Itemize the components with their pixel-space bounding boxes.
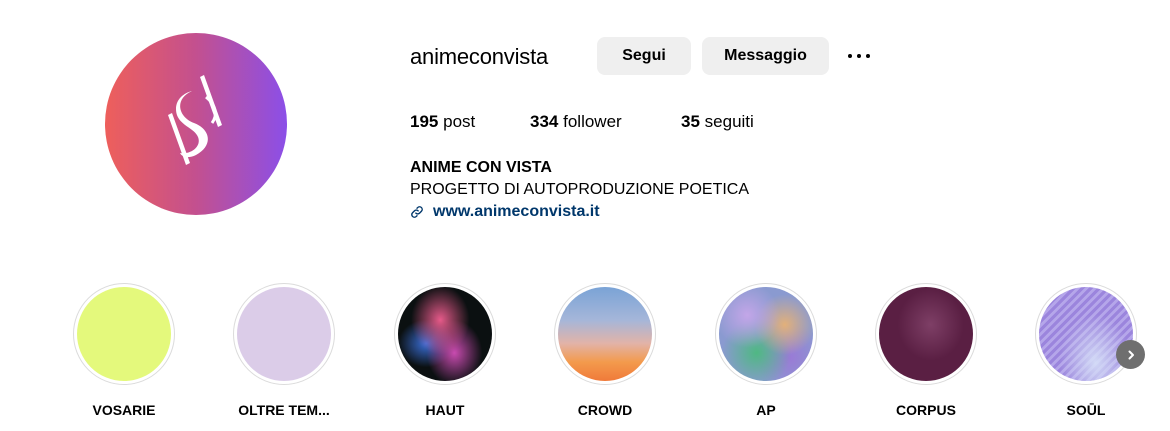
story-highlight[interactable]: AP xyxy=(701,283,831,419)
highlight-cover xyxy=(398,287,492,381)
posts-label: post xyxy=(443,112,476,131)
highlight-label: VOSARIE xyxy=(92,402,156,418)
followers-stat[interactable]: 334 follower xyxy=(530,111,622,133)
highlights-next-button[interactable] xyxy=(1116,340,1145,369)
highlight-ring[interactable] xyxy=(233,283,335,385)
highlight-label: CORPUS xyxy=(896,402,956,418)
bio-website-link[interactable]: www.animeconvista.it xyxy=(410,202,600,222)
highlight-cover-overlay xyxy=(1039,287,1133,381)
highlight-ring[interactable] xyxy=(715,283,817,385)
highlight-ring[interactable] xyxy=(875,283,977,385)
highlight-cover xyxy=(77,287,171,381)
story-highlight[interactable]: OLTRE TEM... xyxy=(219,283,349,419)
link-icon xyxy=(411,206,423,218)
highlight-label: CROWD xyxy=(577,402,633,418)
bio-website-text: www.animeconvista.it xyxy=(433,203,600,220)
follow-button[interactable]: Segui xyxy=(597,37,691,75)
more-dot xyxy=(857,54,861,58)
highlight-label: HAUT xyxy=(425,402,465,418)
highlight-label: SOŪL xyxy=(1066,402,1106,418)
profile-username: animeconvista xyxy=(410,44,549,69)
followers-count: 334 xyxy=(530,112,559,131)
posts-count-stat: 195 post xyxy=(410,111,475,133)
brand-logo-icon xyxy=(168,75,222,165)
profile-page: animeconvista Segui Messaggio 195 post 3… xyxy=(0,0,1170,431)
story-highlight[interactable]: VOSARIE xyxy=(59,283,189,419)
profile-avatar[interactable] xyxy=(105,33,287,215)
highlight-label: OLTRE TEM... xyxy=(238,402,330,418)
more-dot xyxy=(866,54,870,58)
chevron-right-icon xyxy=(1128,350,1134,359)
highlight-cover xyxy=(879,287,973,381)
story-highlight[interactable]: CROWD xyxy=(540,283,670,419)
highlight-cover xyxy=(558,287,652,381)
bio-text: PROGETTO DI AUTOPRODUZIONE POETICA xyxy=(410,181,750,198)
following-label: seguiti xyxy=(704,112,754,131)
following-count: 35 xyxy=(681,112,700,131)
highlight-ring[interactable] xyxy=(1035,283,1137,385)
story-highlight[interactable]: CORPUS xyxy=(861,283,991,419)
followers-label: follower xyxy=(563,112,622,131)
highlight-cover xyxy=(719,287,813,381)
bio-full-name: ANIME CON VISTA xyxy=(410,159,552,176)
highlight-label: AP xyxy=(756,402,776,418)
highlight-ring[interactable] xyxy=(73,283,175,385)
highlight-ring[interactable] xyxy=(394,283,496,385)
highlight-ring[interactable] xyxy=(554,283,656,385)
more-options-button[interactable] xyxy=(843,44,875,68)
highlight-cover xyxy=(1039,287,1133,381)
story-highlight[interactable]: HAUT xyxy=(380,283,510,419)
following-stat[interactable]: 35 seguiti xyxy=(681,111,754,133)
message-button[interactable]: Messaggio xyxy=(702,37,829,75)
posts-count: 195 xyxy=(410,112,439,131)
more-horizontal-icon xyxy=(848,54,852,58)
highlight-cover xyxy=(237,287,331,381)
